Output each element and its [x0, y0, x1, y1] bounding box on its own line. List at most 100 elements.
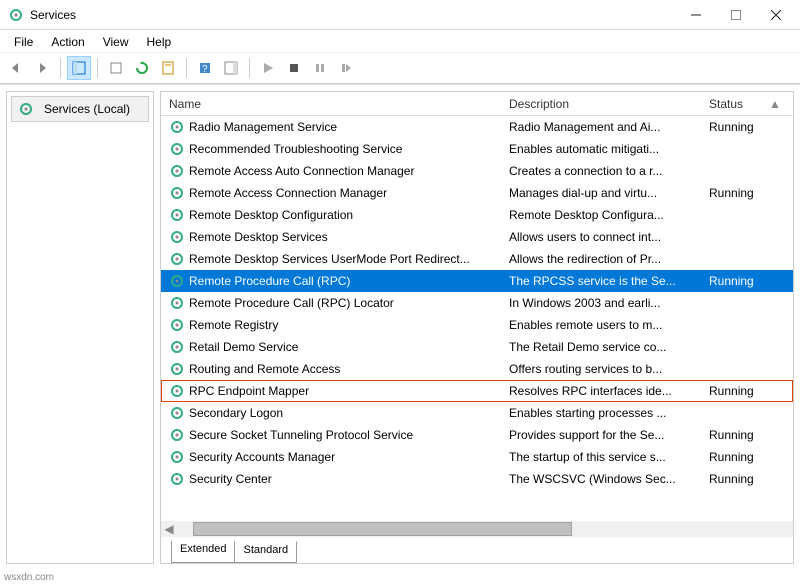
menu-action[interactable]: Action [43, 33, 92, 51]
gear-icon [169, 449, 185, 465]
forward-button[interactable] [30, 56, 54, 80]
close-button[interactable] [756, 1, 796, 29]
svg-text:?: ? [202, 64, 208, 75]
service-name: Retail Demo Service [189, 340, 298, 354]
list-header: Name Description Status ▲ [161, 92, 793, 116]
service-description: In Windows 2003 and earli... [505, 296, 705, 310]
scroll-up-button[interactable]: ▲ [761, 93, 777, 115]
view-tabs: Extended Standard [161, 541, 793, 563]
column-header-name[interactable]: Name [161, 93, 501, 115]
gear-icon [169, 471, 185, 487]
restart-service-button[interactable] [334, 56, 358, 80]
toolbar-separator [249, 58, 250, 78]
gear-icon [169, 163, 185, 179]
toolbar-separator [186, 58, 187, 78]
menu-file[interactable]: File [6, 33, 41, 51]
scroll-left-button[interactable]: ◀ [161, 522, 177, 536]
service-row[interactable]: Remote Desktop Services UserMode Port Re… [161, 248, 793, 270]
stop-service-button[interactable] [282, 56, 306, 80]
service-row[interactable]: Remote Registry Enables remote users to m… [161, 314, 793, 336]
toolbar-separator [60, 58, 61, 78]
service-name: Remote Access Auto Connection Manager [189, 164, 414, 178]
service-status: Running [705, 428, 765, 442]
service-name: Remote Desktop Services UserMode Port Re… [189, 252, 470, 266]
gear-icon [169, 229, 185, 245]
service-status: Running [705, 186, 765, 200]
list-panel: Name Description Status ▲ Radio Manageme… [160, 91, 794, 564]
gear-icon [169, 427, 185, 443]
window-title: Services [4, 7, 676, 23]
menu-help[interactable]: Help [139, 33, 180, 51]
service-description: Manages dial-up and virtu... [505, 186, 705, 200]
properties-button[interactable] [156, 56, 180, 80]
service-row[interactable]: Retail Demo ServiceThe Retail Demo servi… [161, 336, 793, 358]
toolbar: ? [0, 52, 800, 84]
service-row[interactable]: Remote Access Connection ManagerManages … [161, 182, 793, 204]
service-description: Allows the redirection of Pr... [505, 252, 705, 266]
gear-icon [169, 251, 185, 267]
minimize-button[interactable] [676, 1, 716, 29]
service-name: Secondary Logon [189, 406, 283, 420]
service-name: Remote Desktop Configuration [189, 208, 353, 222]
service-row[interactable]: Secure Socket Tunneling Protocol Service… [161, 424, 793, 446]
service-row[interactable]: Remote Procedure Call (RPC) LocatorIn Wi… [161, 292, 793, 314]
back-button[interactable] [4, 56, 28, 80]
service-name: RPC Endpoint Mapper [189, 384, 309, 398]
service-list[interactable]: Radio Management Service Radio Management… [161, 116, 793, 521]
help-button[interactable]: ? [193, 56, 217, 80]
service-row[interactable]: Remote Desktop ConfigurationRemote Deskt… [161, 204, 793, 226]
service-description: The WSCSVC (Windows Sec... [505, 472, 705, 486]
refresh-button[interactable] [130, 56, 154, 80]
service-row[interactable]: Remote Procedure Call (RPC)The RPCSS ser… [161, 270, 793, 292]
service-description: Offers routing services to b... [505, 362, 705, 376]
gear-icon [169, 119, 185, 135]
horizontal-scrollbar[interactable]: ◀ [161, 521, 793, 537]
pause-service-button[interactable] [308, 56, 332, 80]
show-hide-tree-button[interactable] [67, 56, 91, 80]
export-button[interactable] [104, 56, 128, 80]
service-name: Routing and Remote Access [189, 362, 340, 376]
service-name: Remote Registry [189, 318, 278, 332]
column-header-description[interactable]: Description [501, 93, 701, 115]
service-name: Remote Procedure Call (RPC) [189, 274, 350, 288]
action-pane-button[interactable] [219, 56, 243, 80]
service-status: Running [705, 120, 765, 134]
service-name: Security Center [189, 472, 272, 486]
tab-standard[interactable]: Standard [234, 541, 297, 563]
service-row[interactable]: Remote Desktop ServicesAllows users to c… [161, 226, 793, 248]
content-area: Services (Local) Name Description Status… [0, 84, 800, 570]
service-row[interactable]: Recommended Troubleshooting Service Enabl… [161, 138, 793, 160]
tree-node-services-local[interactable]: Services (Local) [11, 96, 149, 122]
service-row[interactable]: RPC Endpoint MapperResolves RPC interfac… [161, 380, 793, 402]
service-status: Running [705, 274, 765, 288]
service-row[interactable]: Radio Management Service Radio Management… [161, 116, 793, 138]
maximize-button[interactable] [716, 1, 756, 29]
gear-icon [8, 7, 24, 23]
service-row[interactable]: Remote Access Auto Connection Manager Cre… [161, 160, 793, 182]
service-description: Radio Management and Ai... [505, 120, 705, 134]
service-row[interactable]: Secondary LogonEnables starting processe… [161, 402, 793, 424]
gear-icon [169, 405, 185, 421]
menu-bar: File Action View Help [0, 30, 800, 52]
service-row[interactable]: Security Center The WSCSVC (Windows Sec..… [161, 468, 793, 490]
column-header-status[interactable]: Status [701, 93, 761, 115]
toolbar-separator [97, 58, 98, 78]
tree-node-label: Services (Local) [44, 102, 130, 116]
service-row[interactable]: Security Accounts ManagerThe startup of … [161, 446, 793, 468]
service-description: Creates a connection to a r... [505, 164, 705, 178]
gear-icon [169, 295, 185, 311]
service-name: Radio Management Service [189, 120, 337, 134]
service-name: Recommended Troubleshooting Service [189, 142, 402, 156]
menu-view[interactable]: View [95, 33, 137, 51]
list-wrap: Name Description Status ▲ Radio Manageme… [161, 92, 793, 537]
start-service-button[interactable] [256, 56, 280, 80]
service-description: Enables automatic mitigati... [505, 142, 705, 156]
title-bar: Services [0, 0, 800, 30]
service-row[interactable]: Routing and Remote Access Offers routing … [161, 358, 793, 380]
scroll-thumb[interactable] [193, 522, 572, 536]
service-description: Enables remote users to m... [505, 318, 705, 332]
service-name: Secure Socket Tunneling Protocol Service [189, 428, 413, 442]
footer-text: wsxdn.com [4, 572, 54, 583]
service-name: Security Accounts Manager [189, 450, 335, 464]
tab-extended[interactable]: Extended [171, 541, 235, 563]
